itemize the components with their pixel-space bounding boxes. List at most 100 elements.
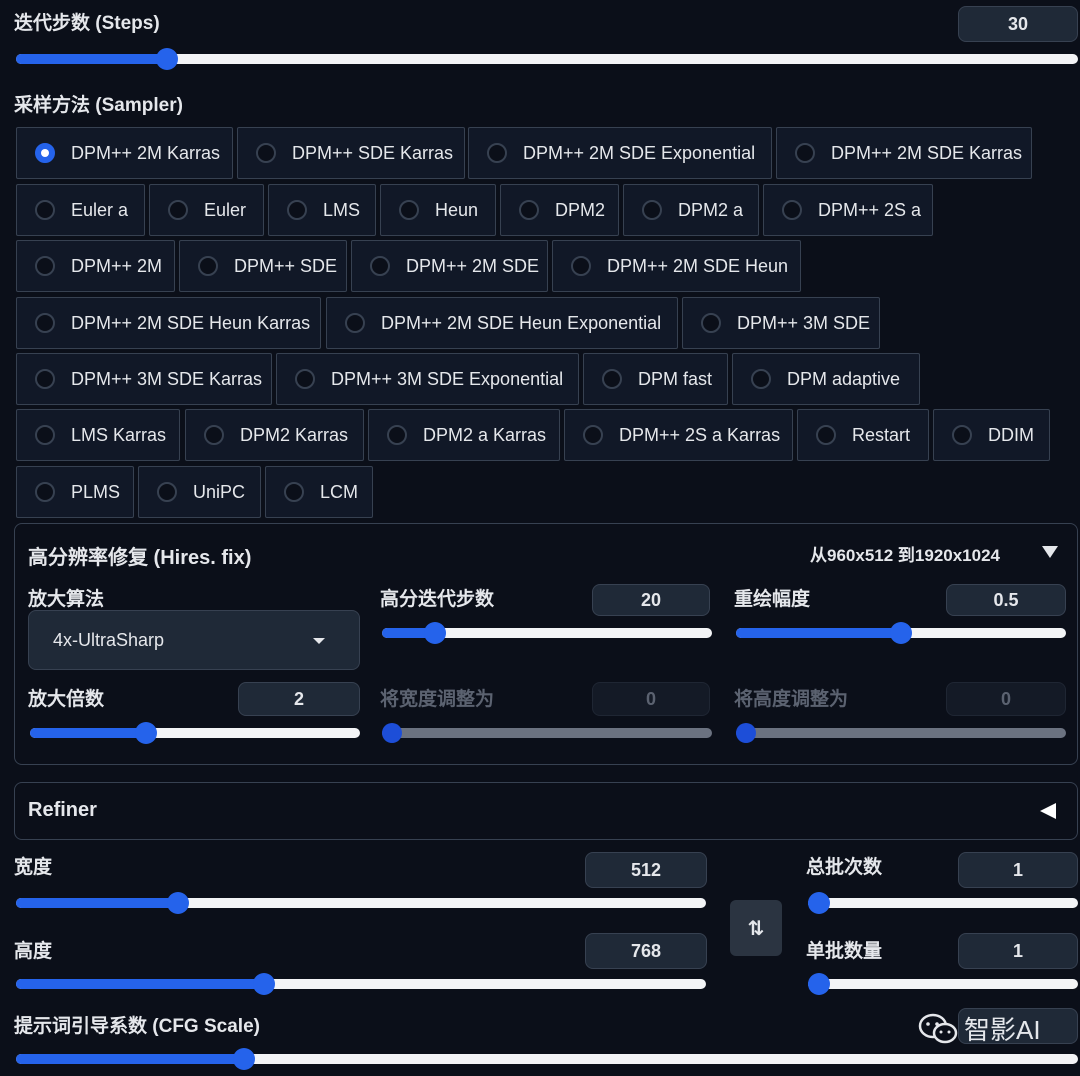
resize-height-label: 将高度调整为 (734, 689, 849, 710)
sampler-option[interactable]: UniPC (138, 466, 261, 518)
width-slider-thumb[interactable] (167, 892, 190, 914)
steps-slider[interactable] (16, 48, 1078, 70)
radio-indicator (35, 256, 55, 276)
hires-steps-slider[interactable] (382, 622, 712, 644)
upscale-by-slider-thumb[interactable] (134, 722, 157, 744)
upscale-by-slider[interactable] (30, 722, 360, 744)
sampler-label: 采样方法 (Sampler) (14, 95, 183, 116)
sampler-option[interactable]: DPM++ 2S a (763, 184, 933, 236)
sampler-option[interactable]: LMS (268, 184, 376, 236)
batch-size-label: 单批数量 (806, 941, 883, 962)
sampler-option[interactable]: Euler (149, 184, 264, 236)
resize-width-slider[interactable] (382, 723, 712, 743)
width-slider[interactable] (16, 892, 706, 914)
denoise-slider[interactable] (736, 622, 1066, 644)
sampler-option[interactable]: DPM2 Karras (185, 409, 364, 461)
steps-input[interactable]: 30 (958, 6, 1078, 42)
sampler-option-label: DPM2 (555, 199, 606, 220)
sampler-option[interactable]: DPM2 (500, 184, 619, 236)
sampler-option[interactable]: DPM++ 3M SDE Exponential (276, 353, 579, 405)
sampler-option[interactable]: DPM++ 2M SDE Heun Exponential (326, 297, 678, 349)
resize-width-input[interactable]: 0 (592, 682, 710, 716)
width-input[interactable]: 512 (585, 852, 707, 888)
hires-steps-input[interactable]: 20 (592, 584, 710, 616)
sampler-option[interactable]: DPM++ 3M SDE Karras (16, 353, 272, 405)
steps-slider-thumb[interactable] (155, 48, 178, 70)
sampler-option[interactable]: DPM++ 2M SDE Heun (552, 240, 801, 292)
sampler-option-label: DPM2 a Karras (423, 424, 547, 445)
sampler-option[interactable]: DPM++ 2S a Karras (564, 409, 793, 461)
batch-count-input[interactable]: 1 (958, 852, 1078, 888)
sampler-option-label: DPM++ 2M (71, 255, 163, 276)
sampler-option-label: DPM++ 2M SDE Heun Exponential (381, 312, 662, 333)
denoise-input[interactable]: 0.5 (946, 584, 1066, 616)
sampler-option[interactable]: DPM2 a Karras (368, 409, 560, 461)
sampler-option-label: DPM++ 3M SDE Exponential (331, 368, 564, 389)
height-slider-thumb[interactable] (253, 973, 276, 995)
sampler-option[interactable]: PLMS (16, 466, 134, 518)
sampler-option[interactable]: DPM2 a (623, 184, 759, 236)
radio-indicator (583, 425, 603, 445)
batch-count-slider[interactable] (808, 892, 1078, 914)
sampler-option-label: DPM++ 3M SDE Karras (71, 368, 263, 389)
hires-fix-title[interactable]: 高分辨率修复 (Hires. fix) (28, 541, 251, 570)
triangle-left-icon[interactable] (1040, 803, 1056, 819)
sampler-option[interactable]: DPM++ SDE Karras (237, 127, 465, 179)
hires-steps-label: 高分迭代步数 (380, 589, 495, 610)
triangle-down-icon[interactable] (1042, 546, 1058, 558)
sampler-option[interactable]: DPM fast (583, 353, 728, 405)
cfg-scale-slider-thumb[interactable] (233, 1048, 256, 1070)
height-input[interactable]: 768 (585, 933, 707, 969)
sampler-option-label: LMS Karras (71, 424, 167, 445)
sampler-option[interactable]: LMS Karras (16, 409, 180, 461)
radio-indicator (642, 200, 662, 220)
hires-steps-slider-thumb[interactable] (423, 622, 446, 644)
refiner-panel[interactable] (14, 782, 1078, 840)
sampler-option[interactable]: LCM (265, 466, 373, 518)
height-slider[interactable] (16, 973, 706, 995)
batch-size-slider[interactable] (808, 973, 1078, 995)
height-slider-fill (16, 979, 265, 989)
upscaler-label: 放大算法 (28, 589, 105, 610)
batch-count-slider-thumb[interactable] (808, 892, 830, 914)
sampler-option[interactable]: Euler a (16, 184, 145, 236)
swap-dimensions-button[interactable]: ⇅ (730, 900, 782, 956)
sampler-option[interactable]: Heun (380, 184, 496, 236)
denoise-label: 重绘幅度 (734, 589, 811, 610)
sampler-option[interactable]: DPM++ SDE (179, 240, 347, 292)
upscale-by-input[interactable]: 2 (238, 682, 360, 716)
denoise-slider-thumb[interactable] (890, 622, 912, 644)
cfg-scale-slider[interactable] (16, 1048, 1078, 1070)
radio-indicator (795, 143, 815, 163)
sampler-option[interactable]: DDIM (933, 409, 1050, 461)
upscaler-select[interactable]: 4x-UltraSharp (28, 610, 360, 670)
resize-height-slider-thumb[interactable] (736, 723, 756, 743)
radio-indicator (571, 256, 591, 276)
sampler-option[interactable]: DPM++ 2M (16, 240, 175, 292)
radio-indicator (287, 200, 307, 220)
sampler-option[interactable]: DPM++ 2M SDE Exponential (468, 127, 772, 179)
sampler-option[interactable]: DPM++ 2M Karras (16, 127, 233, 179)
sampler-option-label: DPM2 Karras (240, 424, 349, 445)
sampler-option-label: DPM++ SDE (234, 255, 338, 276)
watermark: 智影AI (918, 1010, 1041, 1047)
sampler-option-label: DPM++ 2M SDE (406, 255, 540, 276)
radio-indicator (256, 143, 276, 163)
sampler-option[interactable]: Restart (797, 409, 929, 461)
sampler-option-label: DPM++ 2M SDE Heun (607, 255, 789, 276)
resize-width-slider-thumb[interactable] (382, 723, 402, 743)
batch-size-input[interactable]: 1 (958, 933, 1078, 969)
resize-height-input[interactable]: 0 (946, 682, 1066, 716)
sampler-option[interactable]: DPM++ 2M SDE Karras (776, 127, 1032, 179)
sampler-option[interactable]: DPM adaptive (732, 353, 920, 405)
sampler-option-label: DDIM (988, 424, 1034, 445)
resize-height-slider[interactable] (736, 723, 1066, 743)
radio-indicator (204, 425, 224, 445)
batch-size-slider-thumb[interactable] (808, 973, 830, 995)
radio-indicator (168, 200, 188, 220)
sampler-option[interactable]: DPM++ 3M SDE (682, 297, 880, 349)
sampler-option[interactable]: DPM++ 2M SDE Heun Karras (16, 297, 321, 349)
radio-indicator (157, 482, 177, 502)
cfg-scale-slider-fill (16, 1054, 245, 1064)
sampler-option[interactable]: DPM++ 2M SDE (351, 240, 548, 292)
